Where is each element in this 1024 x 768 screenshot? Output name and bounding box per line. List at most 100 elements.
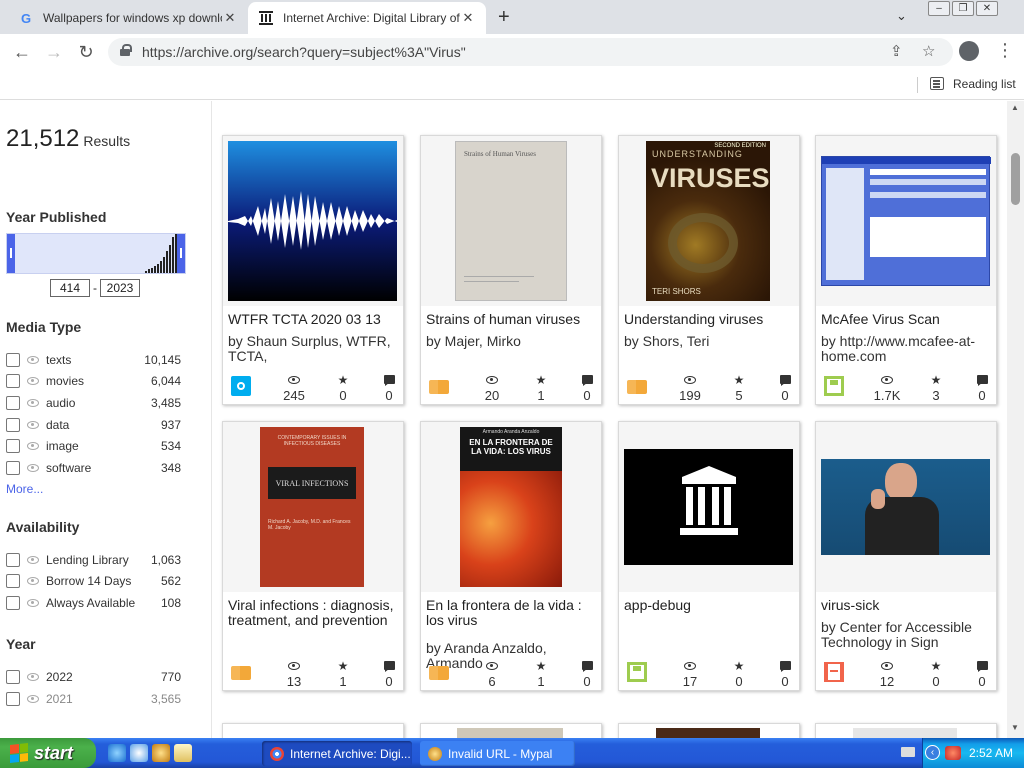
eye-icon[interactable] [27,442,39,450]
tab-internet-archive[interactable]: Internet Archive: Digital Library of F ✕ [248,2,486,34]
eye-icon[interactable] [27,673,39,681]
book-cover-thumbnail[interactable]: Armando Aranda Anzaldo EN LA FRONTERA DE… [421,422,601,592]
keyboard-icon[interactable] [901,747,915,757]
checkbox[interactable] [6,461,20,475]
result-title[interactable]: Understanding viruses [624,312,796,327]
tray-expand-chevron-icon[interactable]: ‹ [925,745,940,760]
checkbox[interactable] [6,574,20,588]
tab-wallpapers[interactable]: G Wallpapers for windows xp downloa ✕ [8,2,248,34]
facet-row-software[interactable]: software 348 [6,460,181,476]
eye-icon[interactable] [27,695,39,703]
clock[interactable]: 2:52 AM [969,746,1013,760]
back-button[interactable]: ← [10,40,34,64]
share-icon[interactable]: ⇪ [890,42,903,60]
facet-row-borrow-14-days[interactable]: Borrow 14 Days 562 [6,573,181,589]
page-scrollbar[interactable]: ▲ ▼ [1007,101,1024,738]
new-tab-button[interactable]: + [498,6,510,29]
result-title[interactable]: McAfee Virus Scan [821,312,993,327]
checkbox[interactable] [6,374,20,388]
eye-icon[interactable] [27,556,39,564]
reload-button[interactable]: ↻ [74,40,98,64]
video-thumbnail[interactable] [816,422,996,592]
eye-icon[interactable] [27,599,39,607]
result-title[interactable]: WTFR TCTA 2020 03 13 [228,312,400,327]
eye-icon[interactable] [27,356,39,364]
restore-button[interactable]: ❐ [952,1,974,16]
result-tile[interactable]: Strains of Human Viruses Strains of huma… [420,135,602,405]
address-bar[interactable]: https://archive.org/search?query=subject… [108,38,953,66]
result-title[interactable]: Strains of human viruses [426,312,598,327]
result-tile-partial[interactable] [222,723,404,738]
facet-row-always-available[interactable]: Always Available 108 [6,595,181,611]
facet-row-2022[interactable]: 2022 770 [6,669,181,685]
mypal-quicklaunch-icon[interactable] [152,744,170,762]
eye-icon[interactable] [27,399,39,407]
book-cover-thumbnail[interactable]: Strains of Human Viruses [421,136,601,306]
facet-row-audio[interactable]: audio 3,485 [6,395,181,411]
show-desktop-icon[interactable] [174,744,192,762]
checkbox[interactable] [6,418,20,432]
menu-kebab-icon[interactable]: ⋮ [996,40,1014,61]
facet-row-image[interactable]: image 534 [6,438,181,454]
facet-row-2021[interactable]: 2021 3,565 [6,691,181,707]
checkbox[interactable] [6,692,20,706]
facet-row-lending-library[interactable]: Lending Library 1,063 [6,552,181,568]
facet-row-texts[interactable]: texts 10,145 [6,352,181,368]
result-title[interactable]: En la frontera de la vida : los virus [426,598,598,628]
book-cover-thumbnail[interactable]: CONTEMPORARY ISSUES IN INFECTIOUS DISEAS… [223,422,403,592]
browser-quicklaunch-icon[interactable] [130,744,148,762]
eye-icon[interactable] [27,464,39,472]
result-tile-partial[interactable] [420,723,602,738]
result-tile[interactable]: McAfee Virus Scan by http://www.mcafee-a… [815,135,997,405]
year-min-input[interactable]: 414 [50,279,90,297]
close-icon[interactable]: ✕ [222,10,238,26]
result-tile[interactable]: app-debug 17 ★ 0 0 [618,421,800,691]
result-title[interactable]: Viral infections : diagnosis, treatment,… [228,598,400,628]
url-text[interactable]: https://archive.org/search?query=subject… [142,44,466,60]
result-tile[interactable]: Armando Aranda Anzaldo EN LA FRONTERA DE… [420,421,602,691]
year-max-handle[interactable] [177,234,185,273]
media-type-more-link[interactable]: More... [6,482,43,496]
book-cover-thumbnail[interactable]: UNDERSTANDING SECOND EDITION VIRUSES TER… [619,136,799,306]
close-icon[interactable]: ✕ [460,10,476,26]
checkbox[interactable] [6,553,20,567]
tab-search-chevron-icon[interactable]: ⌄ [896,8,907,24]
forward-button[interactable]: → [42,40,66,64]
scroll-thumb[interactable] [1011,153,1020,205]
start-button[interactable]: start [0,738,96,768]
close-window-button[interactable]: ✕ [976,1,998,16]
year-min-handle[interactable] [7,234,15,273]
year-max-input[interactable]: 2023 [100,279,140,297]
bookmark-star-icon[interactable]: ☆ [922,42,935,60]
result-tile[interactable]: virus-sick by Center for Accessible Tech… [815,421,997,691]
reading-list-icon[interactable] [930,77,944,90]
minimize-button[interactable]: – [928,1,950,16]
eye-icon[interactable] [27,421,39,429]
facet-row-movies[interactable]: movies 6,044 [6,373,181,389]
result-tile-partial[interactable] [618,723,800,738]
checkbox[interactable] [6,396,20,410]
waveform-thumbnail[interactable] [223,136,403,306]
result-tile[interactable]: CONTEMPORARY ISSUES IN INFECTIOUS DISEAS… [222,421,404,691]
result-tile[interactable]: UNDERSTANDING SECOND EDITION VIRUSES TER… [618,135,800,405]
checkbox[interactable] [6,670,20,684]
scroll-up-arrow-icon[interactable]: ▲ [1011,103,1019,112]
archive-logo-thumbnail[interactable] [619,422,799,592]
result-tile[interactable]: WTFR TCTA 2020 03 13 by Shaun Surplus, W… [222,135,404,405]
result-title[interactable]: app-debug [624,598,796,613]
checkbox[interactable] [6,439,20,453]
network-icon[interactable] [945,746,961,760]
checkbox[interactable] [6,596,20,610]
year-histogram[interactable] [6,233,186,274]
checkbox[interactable] [6,353,20,367]
result-tile-partial[interactable] [815,723,997,738]
internet-explorer-icon[interactable] [108,744,126,762]
software-screenshot-thumbnail[interactable] [816,136,996,306]
eye-icon[interactable] [27,377,39,385]
taskbar-item-mypal[interactable]: Invalid URL - Mypal [420,741,575,766]
reading-list-button[interactable]: Reading list [953,77,1016,91]
facet-row-data[interactable]: data 937 [6,417,181,433]
profile-avatar-icon[interactable] [959,41,979,61]
eye-icon[interactable] [27,577,39,585]
taskbar-item-internet-archive[interactable]: Internet Archive: Digi... [262,741,412,766]
